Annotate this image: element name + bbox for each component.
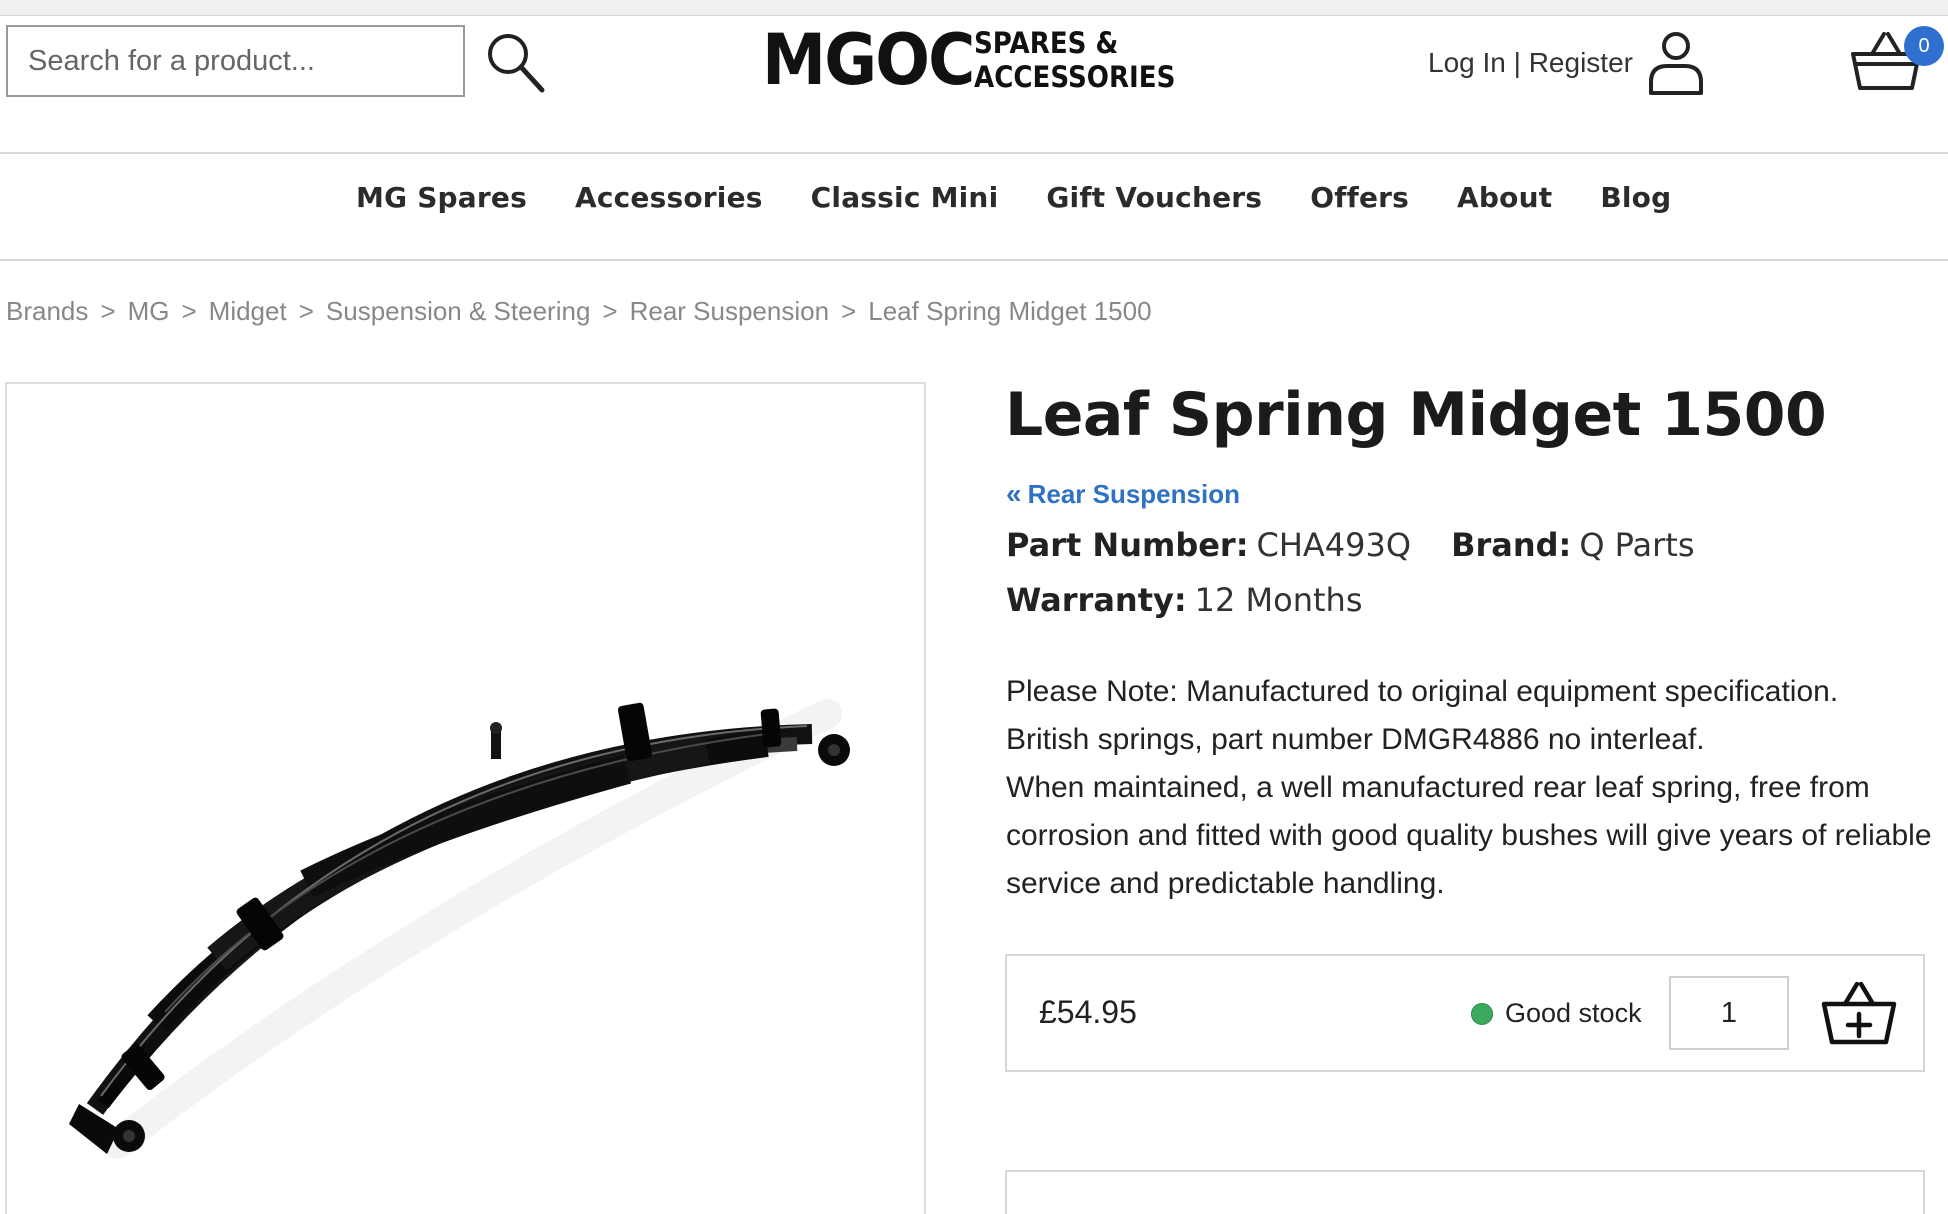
breadcrumb: Brands > MG > Midget > Suspension & Stee…	[6, 296, 1152, 327]
account-area: Log In | Register	[1428, 30, 1707, 96]
nav-item-about[interactable]: About	[1457, 181, 1552, 214]
breadcrumb-item-suspension-steering[interactable]: Suspension & Steering	[326, 296, 591, 327]
description-line: When maintained, a well manufactured rea…	[1006, 771, 1932, 900]
logo-subtitle-line2: ACCESSORIES	[974, 60, 1176, 94]
secondary-panel	[1005, 1170, 1925, 1214]
header-divider	[0, 152, 1948, 154]
category-back-link-label: Rear Suspension	[1027, 479, 1240, 509]
search-icon	[488, 34, 545, 93]
nav-item-gift-vouchers[interactable]: Gift Vouchers	[1046, 181, 1262, 214]
search-button[interactable]	[482, 28, 548, 94]
main-nav: MG Spares Accessories Classic Mini Gift …	[356, 181, 1671, 214]
add-to-basket-button[interactable]	[1821, 980, 1897, 1046]
stock-status-label: Good stock	[1505, 998, 1642, 1028]
account-separator: |	[1505, 47, 1529, 78]
nav-item-mg-spares[interactable]: MG Spares	[356, 181, 527, 214]
breadcrumb-item-midget[interactable]: Midget	[209, 296, 287, 327]
nav-item-classic-mini[interactable]: Classic Mini	[811, 181, 999, 214]
breadcrumb-item-brands[interactable]: Brands	[6, 296, 88, 327]
product-image-panel[interactable]	[5, 382, 926, 1214]
stock-status: Good stock	[1471, 998, 1642, 1029]
brand: Brand: Q Parts	[1451, 526, 1694, 564]
user-icon[interactable]	[1645, 30, 1707, 96]
description-line: Please Note: Manufactured to original eq…	[1006, 675, 1839, 708]
logo-wordmark: MGOC	[762, 19, 975, 101]
logo-subtitle: SPARES & ACCESSORIES	[974, 26, 1175, 94]
add-to-basket-icon	[1821, 981, 1897, 1045]
nav-item-accessories[interactable]: Accessories	[575, 181, 763, 214]
product-meta-row: Part Number: CHA493Q Brand: Q Parts	[1006, 526, 1695, 564]
breadcrumb-separator: >	[298, 296, 314, 326]
browser-top-strip	[0, 0, 1948, 16]
login-link[interactable]: Log In	[1428, 47, 1506, 78]
product-price: £54.95	[1039, 994, 1137, 1030]
part-number-value: CHA493Q	[1256, 526, 1412, 564]
breadcrumb-separator: >	[181, 296, 197, 326]
register-link[interactable]: Register	[1529, 47, 1633, 78]
search-input[interactable]	[6, 25, 465, 97]
nav-item-offers[interactable]: Offers	[1310, 181, 1409, 214]
product-image-leaf-spring	[69, 699, 850, 1159]
warranty-label: Warranty:	[1006, 581, 1187, 619]
description-line: British springs, part number DMGR4886 no…	[1006, 723, 1705, 756]
product-warranty-row: Warranty: 12 Months	[1006, 581, 1363, 619]
part-number: Part Number: CHA493Q	[1006, 526, 1411, 564]
brand-label: Brand:	[1451, 526, 1572, 564]
breadcrumb-separator: >	[602, 296, 618, 326]
breadcrumb-separator: >	[100, 296, 116, 326]
category-back-link[interactable]: «Rear Suspension	[1006, 478, 1240, 510]
stock-indicator-icon	[1471, 1002, 1493, 1025]
nav-item-blog[interactable]: Blog	[1600, 181, 1671, 214]
product-title: Leaf Spring Midget 1500	[1005, 380, 1827, 450]
site-logo[interactable]: MGOC SPARES & ACCESSORIES	[762, 19, 1175, 101]
nav-divider	[0, 259, 1948, 261]
account-links: Log In | Register	[1428, 47, 1633, 79]
logo-subtitle-line1: SPARES &	[974, 26, 1119, 60]
part-number-label: Part Number:	[1006, 526, 1249, 564]
breadcrumb-item-mg[interactable]: MG	[128, 296, 170, 327]
breadcrumb-item-current: Leaf Spring Midget 1500	[868, 296, 1152, 326]
quantity-input[interactable]	[1669, 976, 1789, 1050]
buy-box: £54.95 Good stock	[1005, 954, 1925, 1072]
brand-value: Q Parts	[1579, 526, 1695, 564]
product-description: Please Note: Manufactured to original eq…	[1006, 668, 1936, 908]
breadcrumb-separator: >	[841, 296, 857, 326]
double-chevron-left-icon: «	[1006, 478, 1022, 509]
basket-count-badge: 0	[1904, 26, 1944, 66]
warranty-value: 12 Months	[1194, 581, 1363, 619]
breadcrumb-item-rear-suspension[interactable]: Rear Suspension	[630, 296, 829, 327]
